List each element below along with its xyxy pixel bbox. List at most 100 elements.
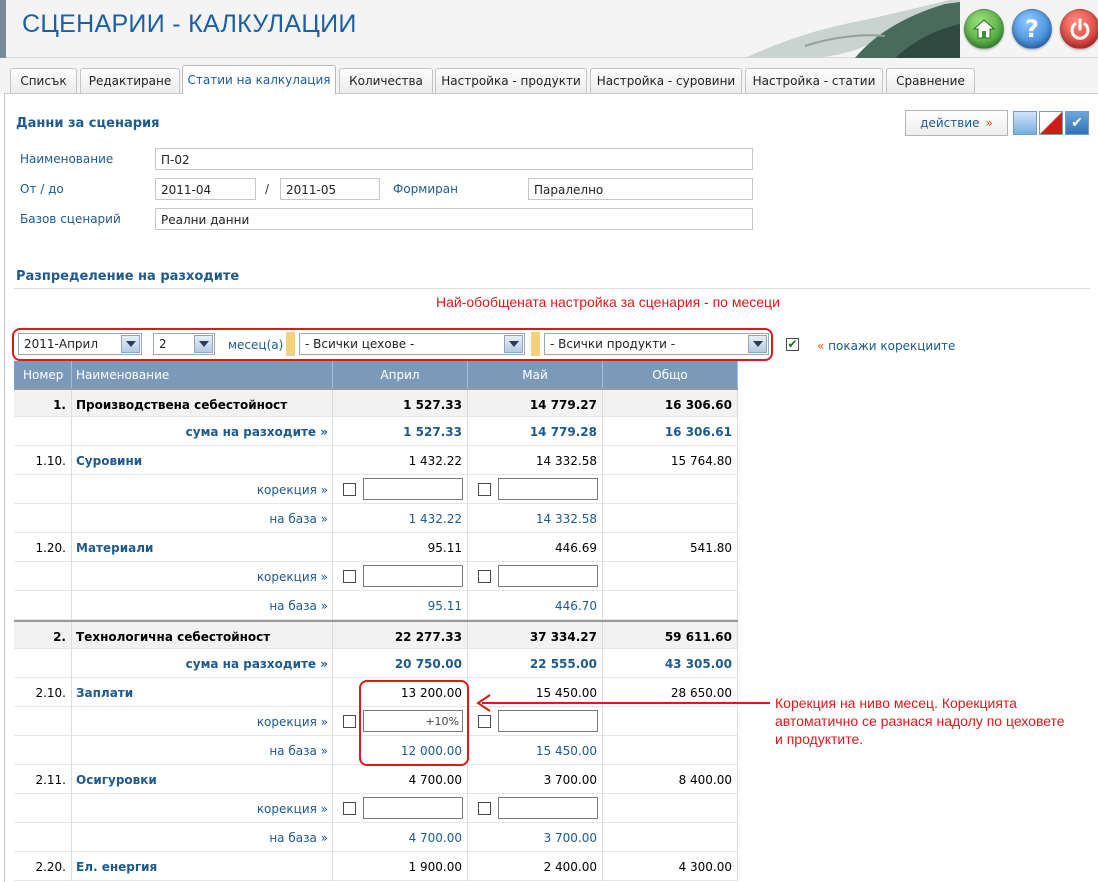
on-base-link[interactable]: на база » <box>72 736 333 765</box>
correction-input-april[interactable] <box>363 565 463 587</box>
column-header-may: Май <box>468 361 603 388</box>
value-april: 95.11 <box>333 533 468 562</box>
formed-field[interactable]: Паралелно <box>528 178 753 200</box>
value-total: 8 400.00 <box>603 765 738 794</box>
correction-april-cell <box>333 475 468 504</box>
row-number: 1.20. <box>14 533 72 562</box>
correction-link[interactable]: корекция » <box>72 794 333 823</box>
column-header-number: Номер <box>14 361 72 388</box>
expenses-sum-link[interactable]: сума на разходите » <box>72 649 333 678</box>
home-icon <box>972 19 996 39</box>
tab-list[interactable]: Списък <box>10 68 77 93</box>
table-row-item: 2.11. Осигуровки 4 700.00 3 700.00 8 400.00 <box>14 765 738 794</box>
value-total: 4 300.00 <box>603 852 738 881</box>
table-row-corr: корекция » <box>14 794 738 823</box>
row-number: 1.10. <box>14 446 72 475</box>
sum-may: 22 555.00 <box>468 649 603 678</box>
correction-input-april[interactable] <box>363 797 463 819</box>
show-corrections-checkbox[interactable]: ✔ <box>786 338 799 351</box>
cancel-icon[interactable] <box>1039 111 1063 135</box>
period-to-field[interactable]: 2011-05 <box>280 178 380 200</box>
correction-input-may[interactable] <box>498 797 598 819</box>
header-accent-bar <box>0 0 6 58</box>
value-total: 15 764.80 <box>603 446 738 475</box>
correction-link[interactable]: корекция » <box>72 475 333 504</box>
row-number <box>14 504 72 533</box>
action-button[interactable]: действие » <box>905 110 1008 136</box>
base-total <box>603 591 738 620</box>
item-name[interactable]: Ел. енергия <box>72 852 333 881</box>
period-separator: / <box>265 182 270 196</box>
tab-comparison[interactable]: Сравнение <box>886 68 975 93</box>
value-may: 3 700.00 <box>468 765 603 794</box>
item-name[interactable]: Заплати <box>72 678 333 707</box>
logout-button[interactable] <box>1060 9 1098 49</box>
expenses-sum-link[interactable]: сума на разходите » <box>72 417 333 446</box>
base-total <box>603 504 738 533</box>
print-icon[interactable] <box>1013 111 1037 135</box>
period-from-field[interactable]: 2011-04 <box>155 178 256 200</box>
table-row-sum: сума на разходите » 20 750.00 22 555.00 43 … <box>14 649 738 678</box>
value-total: 59 611.60 <box>603 622 738 651</box>
group-name: Производствена себестойност <box>72 390 333 419</box>
confirm-icon[interactable]: ✔ <box>1065 111 1089 135</box>
tab-quantities[interactable]: Количества <box>339 68 433 93</box>
tab-edit[interactable]: Редактиране <box>80 68 180 93</box>
correction-highlight-outline <box>359 680 469 766</box>
base-scenario-field[interactable]: Реални данни <box>155 208 753 230</box>
tab-settings-products[interactable]: Настройка - продукти <box>435 68 587 93</box>
row-number: 2.10. <box>14 678 72 707</box>
correction-callout: Корекция на ниво месец. Корекцията автом… <box>770 692 1074 754</box>
correction-link[interactable]: корекция » <box>72 562 333 591</box>
app-title: СЦЕНАРИИ - КАЛКУЛАЦИИ <box>22 10 357 38</box>
row-number: 2. <box>14 622 72 651</box>
action-button-label: действие <box>920 116 980 130</box>
row-number <box>14 707 72 736</box>
tab-calculation-items[interactable]: Статии на калкулация <box>182 65 336 94</box>
help-button[interactable]: ? <box>1012 9 1052 49</box>
tab-settings-items[interactable]: Настройка - статии <box>745 68 883 93</box>
row-number: 2.11. <box>14 765 72 794</box>
correction-checkbox-may[interactable] <box>478 802 491 815</box>
tab-settings-materials[interactable]: Настройка - суровини <box>590 68 742 93</box>
on-base-link[interactable]: на база » <box>72 591 333 620</box>
correction-checkbox-april[interactable] <box>343 483 356 496</box>
correction-input-april[interactable] <box>363 478 463 500</box>
correction-checkbox-may[interactable] <box>478 483 491 496</box>
sum-april: 1 527.33 <box>333 417 468 446</box>
filter-highlight-outline <box>12 328 773 361</box>
item-name[interactable]: Материали <box>72 533 333 562</box>
row-number <box>14 736 72 765</box>
item-name[interactable]: Суровини <box>72 446 333 475</box>
sum-total: 43 305.00 <box>603 649 738 678</box>
correction-may-cell <box>468 794 603 823</box>
correction-input-may[interactable] <box>498 478 598 500</box>
correction-checkbox-april[interactable] <box>343 570 356 583</box>
row-number <box>14 417 72 446</box>
table-row-corr: корекция » <box>14 562 738 591</box>
table-row-base: на база » 4 700.00 3 700.00 <box>14 823 738 852</box>
name-field[interactable]: П-02 <box>155 148 753 170</box>
power-icon <box>1070 18 1090 40</box>
home-button[interactable] <box>964 9 1004 49</box>
show-corrections-link[interactable]: « покажи корекциите <box>817 339 955 353</box>
correction-link[interactable]: корекция » <box>72 707 333 736</box>
correction-checkbox-may[interactable] <box>478 570 491 583</box>
correction-total-cell <box>603 794 738 823</box>
correction-total-cell <box>603 475 738 504</box>
on-base-link[interactable]: на база » <box>72 823 333 852</box>
correction-checkbox-april[interactable] <box>343 802 356 815</box>
period-label: От / до <box>20 182 64 196</box>
value-may: 2 400.00 <box>468 852 603 881</box>
formed-label: Формиран <box>393 182 458 196</box>
on-base-link[interactable]: на база » <box>72 504 333 533</box>
distribution-divider <box>14 288 1090 289</box>
item-name[interactable]: Осигуровки <box>72 765 333 794</box>
row-number <box>14 794 72 823</box>
table-row-base: на база » 95.11 446.70 <box>14 591 738 620</box>
correction-checkbox-april[interactable] <box>343 715 356 728</box>
correction-input-may[interactable] <box>498 565 598 587</box>
row-number <box>14 649 72 678</box>
show-corrections-marker: « <box>817 339 825 353</box>
base-scenario-label: Базов сценарий <box>20 212 121 226</box>
